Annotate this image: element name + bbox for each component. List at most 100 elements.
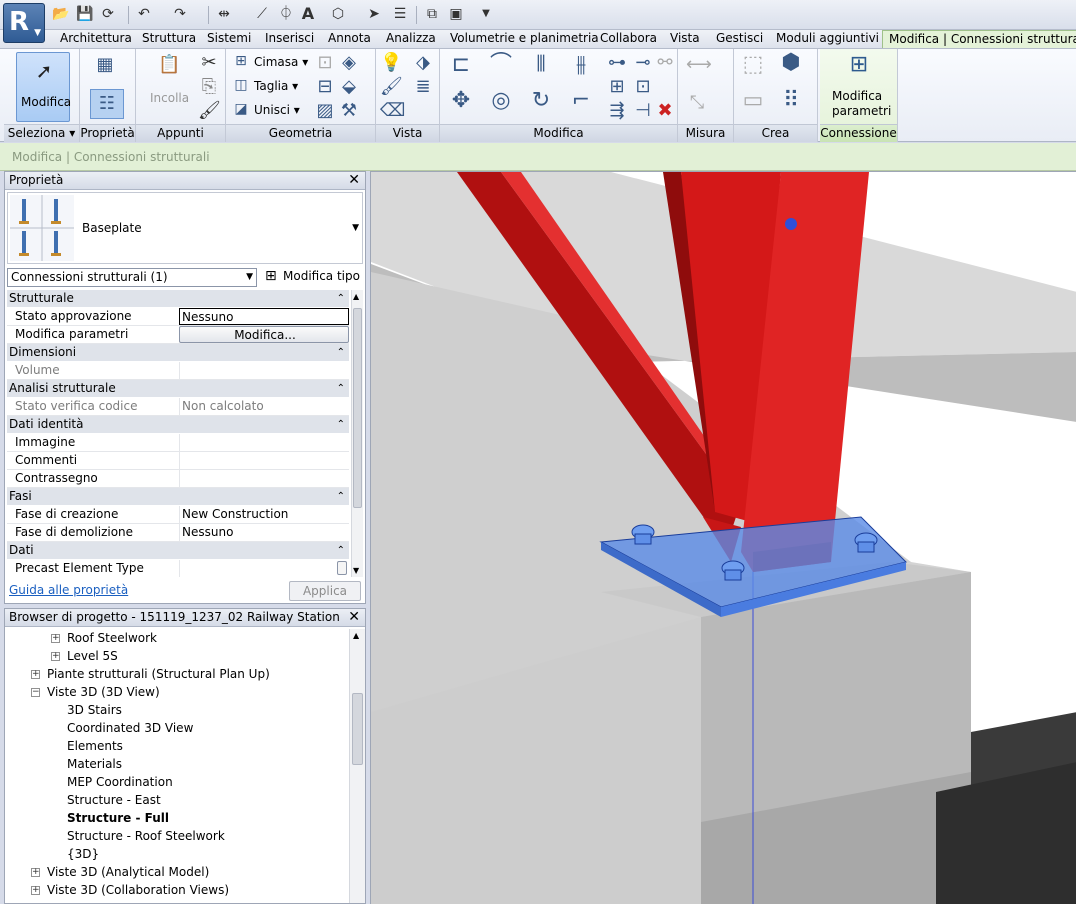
thin-lines-icon[interactable]: ☰ — [392, 6, 408, 22]
modifica-parametri-button[interactable]: ⊞ Modifica parametri — [824, 51, 894, 123]
mirror-draw-icon[interactable]: ⫵ — [570, 54, 592, 77]
tab-struttura[interactable]: Struttura — [142, 30, 196, 48]
trim-icon[interactable]: ⌐ — [570, 90, 592, 113]
sync-icon[interactable]: ⟳ — [100, 6, 116, 22]
scrollbar-thumb[interactable] — [353, 308, 362, 508]
tab-vista[interactable]: Vista — [670, 30, 700, 48]
rotate-icon[interactable]: ↻ — [530, 90, 552, 113]
tab-collabora[interactable]: Collabora — [600, 30, 657, 48]
linework-brush-icon[interactable]: 🖌 — [380, 77, 403, 99]
redo-icon[interactable]: ↷ — [172, 6, 188, 22]
customize-qat-icon[interactable]: ▼ — [478, 6, 494, 22]
tree-item[interactable]: MEP Coordination — [67, 773, 173, 791]
tab-gestisci[interactable]: Gestisci — [716, 30, 763, 48]
tree-item[interactable]: Viste 3D (Analytical Model) — [47, 863, 209, 881]
browser-scrollbar[interactable]: ▲ — [349, 629, 365, 903]
group-dati-identita[interactable]: Dati identità ⌃ — [7, 416, 349, 434]
save-icon[interactable]: 💾 — [76, 6, 93, 22]
dimension-icon[interactable]: ⤡ — [686, 93, 708, 115]
create-parts-icon[interactable]: ⠿ — [780, 90, 802, 113]
precast-field[interactable] — [179, 560, 349, 577]
scroll-up-icon[interactable]: ▲ — [353, 631, 359, 640]
grip-point-icon[interactable] — [785, 218, 797, 230]
immagine-field[interactable] — [179, 434, 349, 451]
close-hidden-icon[interactable]: ⧉ — [424, 6, 440, 22]
offset-icon[interactable]: ⌒ — [490, 54, 512, 77]
create-similar-icon[interactable]: ⬢ — [780, 52, 802, 75]
measure-distance-icon[interactable]: ⟷ — [686, 55, 712, 77]
split-icon[interactable]: ⊶ — [606, 53, 628, 75]
panel-label[interactable]: Seleziona ▾ — [4, 124, 79, 142]
type-selector[interactable]: Baseplate ▼ — [7, 192, 363, 264]
group-strutturale[interactable]: Strutturale ⌃ — [7, 290, 349, 308]
eraser-icon[interactable]: ⌫ — [380, 101, 405, 123]
expand-icon[interactable]: + — [31, 670, 40, 679]
section-icon[interactable]: ➤ — [366, 6, 382, 22]
help-link[interactable]: Guida alle proprietà — [9, 583, 128, 597]
unpin-element-icon[interactable]: ⊣ — [632, 101, 654, 123]
tab-inserisci[interactable]: Inserisci — [265, 30, 314, 48]
close-icon[interactable]: ✕ — [348, 172, 360, 189]
paint-icon[interactable]: ⬙ — [338, 77, 360, 99]
wall-profile-icon[interactable]: ▨ — [314, 101, 336, 123]
group-dimensioni[interactable]: Dimensioni ⌃ — [7, 344, 349, 362]
stato-approvazione-field[interactable]: Nessuno — [179, 308, 349, 325]
commenti-field[interactable] — [179, 452, 349, 469]
tree-item[interactable]: Roof Steelwork — [67, 629, 157, 647]
tree-item[interactable]: Materials — [67, 755, 122, 773]
unisci-button[interactable]: Unisci ▾ — [254, 103, 300, 117]
mirror-axis-icon[interactable]: ⫴ — [530, 54, 552, 77]
application-menu-button[interactable]: R ▼ — [3, 3, 45, 43]
undo-icon[interactable]: ↶ — [136, 6, 152, 22]
array-icon[interactable]: ⊞ — [606, 77, 628, 99]
tab-annota[interactable]: Annota — [328, 30, 371, 48]
cut-icon[interactable]: ✂ — [198, 53, 220, 75]
scale-icon[interactable]: ⊡ — [632, 77, 654, 99]
tree-item[interactable]: Level 5S — [67, 647, 118, 665]
tree-item[interactable]: Coordinated 3D View — [67, 719, 193, 737]
modifica-parametri-button[interactable]: Modifica... — [179, 326, 349, 343]
expand-icon[interactable]: + — [51, 634, 60, 643]
scroll-down-icon[interactable]: ▼ — [353, 566, 359, 575]
lines-icon[interactable]: ≣ — [412, 77, 434, 99]
tree-item[interactable]: Elements — [67, 737, 123, 755]
tab-architettura[interactable]: Architettura — [60, 30, 132, 48]
pin-icon[interactable]: ⊸ — [632, 53, 654, 75]
aligned-dimension-icon[interactable]: ⟋ — [254, 6, 270, 22]
tab-moduli-aggiuntivi[interactable]: Moduli aggiuntivi — [776, 30, 879, 48]
create-group-icon[interactable]: ⬚ — [742, 54, 764, 77]
tree-item-active[interactable]: Structure - Full — [67, 809, 169, 827]
type-properties-icon[interactable]: ▦ — [94, 55, 116, 77]
copy-icon[interactable]: ⎘ — [198, 77, 220, 99]
move-icon[interactable]: ✥ — [450, 90, 472, 113]
modifica-tool-button[interactable]: ➚ Modifica — [16, 52, 71, 122]
browse-button[interactable] — [337, 561, 347, 575]
text-icon[interactable]: A — [300, 6, 316, 22]
scrollbar-thumb[interactable] — [352, 693, 363, 765]
wall-join-icon[interactable]: ⊡ — [314, 53, 336, 75]
tree-item[interactable]: 3D Stairs — [67, 701, 122, 719]
properties-scrollbar[interactable]: ▲ ▼ — [351, 290, 363, 577]
expand-icon[interactable]: + — [31, 868, 40, 877]
demolish-icon[interactable]: ⊟ — [314, 77, 336, 99]
copy-element-icon[interactable]: ◎ — [490, 90, 512, 113]
scroll-up-icon[interactable]: ▲ — [353, 292, 359, 301]
tab-sistemi[interactable]: Sistemi — [207, 30, 251, 48]
element-filter-dropdown[interactable]: Connessioni strutturali (1) ▼ — [7, 268, 257, 287]
tree-item[interactable]: Piante strutturali (Structural Plan Up) — [47, 665, 270, 683]
tree-item[interactable]: Structure - Roof Steelwork — [67, 827, 225, 845]
switch-windows-icon[interactable]: ▣ — [448, 6, 464, 22]
3d-viewport[interactable] — [370, 171, 1076, 904]
override-graphics-icon[interactable]: ⬗ — [412, 53, 434, 75]
tab-volumetrie[interactable]: Volumetrie e planimetria — [450, 30, 599, 48]
match-properties-icon[interactable]: 🖌 — [198, 101, 221, 123]
delete-icon[interactable]: ✖ — [654, 101, 676, 123]
group-dati[interactable]: Dati ⌃ — [7, 542, 349, 560]
tree-item[interactable]: Structure - East — [67, 791, 161, 809]
expand-icon[interactable]: + — [51, 652, 60, 661]
3d-view-icon[interactable]: ⬡ — [330, 6, 346, 22]
measure-icon[interactable]: ⇹ — [216, 6, 232, 22]
lightbulb-icon[interactable]: 💡 — [380, 53, 402, 75]
split-face-icon[interactable]: ◈ — [338, 53, 360, 75]
taglia-button[interactable]: Taglia ▾ — [254, 79, 298, 93]
